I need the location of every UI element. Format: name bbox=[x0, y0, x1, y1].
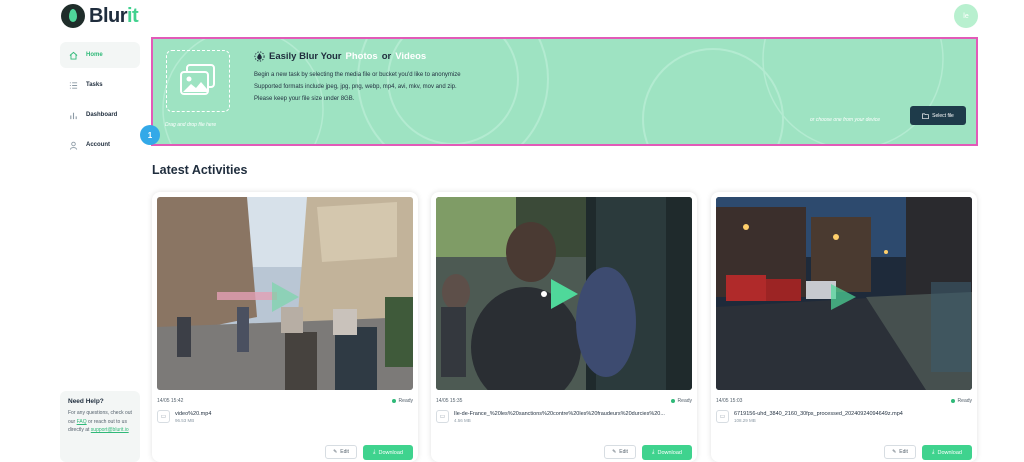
file-name: video%20.mp4 bbox=[175, 410, 212, 417]
edit-button[interactable]: ✎ Edit bbox=[604, 445, 636, 459]
file-size: 96.53 MB bbox=[175, 417, 195, 423]
download-button[interactable]: ⤓ Download bbox=[922, 445, 972, 460]
blur-drop-icon bbox=[254, 51, 265, 62]
status-badge: Ready bbox=[391, 398, 413, 404]
download-icon: ⤓ bbox=[932, 449, 935, 455]
brand-logo[interactable]: Blurit bbox=[61, 4, 139, 28]
sidebar-item-label: Account bbox=[86, 142, 110, 148]
activity-date: 14/05 15:42 bbox=[157, 398, 184, 404]
sidebar-item-dashboard[interactable]: Dashboard bbox=[60, 102, 140, 128]
download-button[interactable]: ⤓ Download bbox=[363, 445, 413, 460]
banner-title: Easily Blur Your Photos or Videos bbox=[254, 51, 426, 62]
drop-label: Drag and drop file here bbox=[165, 122, 217, 128]
file-info: ▭ video%20.mp4 96.53 MB bbox=[157, 410, 211, 423]
user-icon bbox=[69, 141, 78, 150]
list-icon bbox=[69, 81, 78, 90]
file-name: Ile-de-France_%20les%20sanctions%20contr… bbox=[454, 410, 665, 417]
file-name: 6719156-uhd_3840_2160_30fps_processed_20… bbox=[734, 410, 903, 417]
faq-link[interactable]: FAQ bbox=[77, 419, 87, 425]
sidebar-item-label: Dashboard bbox=[86, 112, 118, 118]
home-icon bbox=[69, 51, 78, 60]
support-email-link[interactable]: support@blurit.io bbox=[91, 427, 129, 433]
edit-icon: ✎ bbox=[892, 449, 897, 455]
image-gallery-icon bbox=[180, 64, 215, 95]
file-icon: ▭ bbox=[436, 410, 449, 423]
sidebar-item-tasks[interactable]: Tasks bbox=[60, 72, 140, 98]
video-thumbnail[interactable] bbox=[157, 197, 413, 390]
status-dot-icon bbox=[950, 399, 955, 403]
sidebar-item-home[interactable]: Home bbox=[60, 42, 140, 68]
top-bar: Blurit le bbox=[0, 0, 1024, 34]
edit-button[interactable]: ✎ Edit bbox=[325, 445, 357, 459]
activity-card: 14/05 15:03 Ready ▭ 6719156-uhd_3840_216… bbox=[711, 192, 977, 462]
video-thumbnail[interactable] bbox=[716, 197, 972, 390]
edit-icon: ✎ bbox=[612, 449, 617, 455]
brand-name: Blurit bbox=[89, 4, 139, 27]
latest-activities-title: Latest Activities bbox=[152, 163, 248, 177]
sidebar-item-account[interactable]: Account bbox=[60, 132, 140, 158]
bus-scene-image bbox=[436, 197, 692, 390]
download-button[interactable]: ⤓ Download bbox=[642, 445, 692, 460]
folder-icon bbox=[922, 113, 929, 119]
help-text: For any questions, check out our FAQ or … bbox=[68, 410, 132, 433]
sidebar-item-label: Tasks bbox=[86, 82, 103, 88]
file-icon: ▭ bbox=[716, 410, 729, 423]
download-icon: ⤓ bbox=[652, 449, 655, 455]
help-box: Need Help? For any questions, check out … bbox=[60, 391, 140, 462]
file-info: ▭ Ile-de-France_%20les%20sanctions%20con… bbox=[436, 410, 665, 423]
file-size: 4.56 MB bbox=[454, 417, 471, 423]
status-dot-icon bbox=[391, 399, 396, 403]
activity-card: 14/05 15:35 Ready ▭ Ile-de-France_%20les… bbox=[431, 192, 697, 462]
activity-date: 14/05 15:03 bbox=[716, 398, 743, 404]
street-scene-image bbox=[157, 197, 413, 390]
file-info: ▭ 6719156-uhd_3840_2160_30fps_processed_… bbox=[716, 410, 903, 423]
file-size: 108.29 MB bbox=[734, 417, 756, 423]
download-icon: ⤓ bbox=[373, 449, 376, 455]
banner-description: Begin a new task by selecting the media … bbox=[254, 72, 461, 102]
choose-from-device-text: or choose one from your device bbox=[810, 117, 881, 123]
activity-card: 14/05 15:42 Ready ▭ video%20.mp4 96.53 M… bbox=[152, 192, 418, 462]
status-badge: Ready bbox=[950, 398, 972, 404]
status-dot-icon bbox=[670, 399, 675, 403]
drop-logo-icon bbox=[61, 4, 85, 28]
step-badge: 1 bbox=[140, 125, 160, 145]
help-title: Need Help? bbox=[68, 398, 104, 405]
chart-icon bbox=[69, 111, 78, 120]
sidebar-item-label: Home bbox=[86, 52, 103, 58]
video-thumbnail[interactable] bbox=[436, 197, 692, 390]
status-badge: Ready bbox=[670, 398, 692, 404]
activity-date: 14/05 15:35 bbox=[436, 398, 463, 404]
select-file-button[interactable]: Select file bbox=[910, 106, 966, 125]
file-icon: ▭ bbox=[157, 410, 170, 423]
night-street-image bbox=[716, 197, 972, 390]
avatar[interactable]: le bbox=[954, 4, 978, 28]
sidebar: Home Tasks Dashboard Account bbox=[60, 42, 140, 162]
edit-button[interactable]: ✎ Edit bbox=[884, 445, 916, 459]
edit-icon: ✎ bbox=[333, 449, 338, 455]
drop-zone[interactable] bbox=[166, 50, 230, 112]
